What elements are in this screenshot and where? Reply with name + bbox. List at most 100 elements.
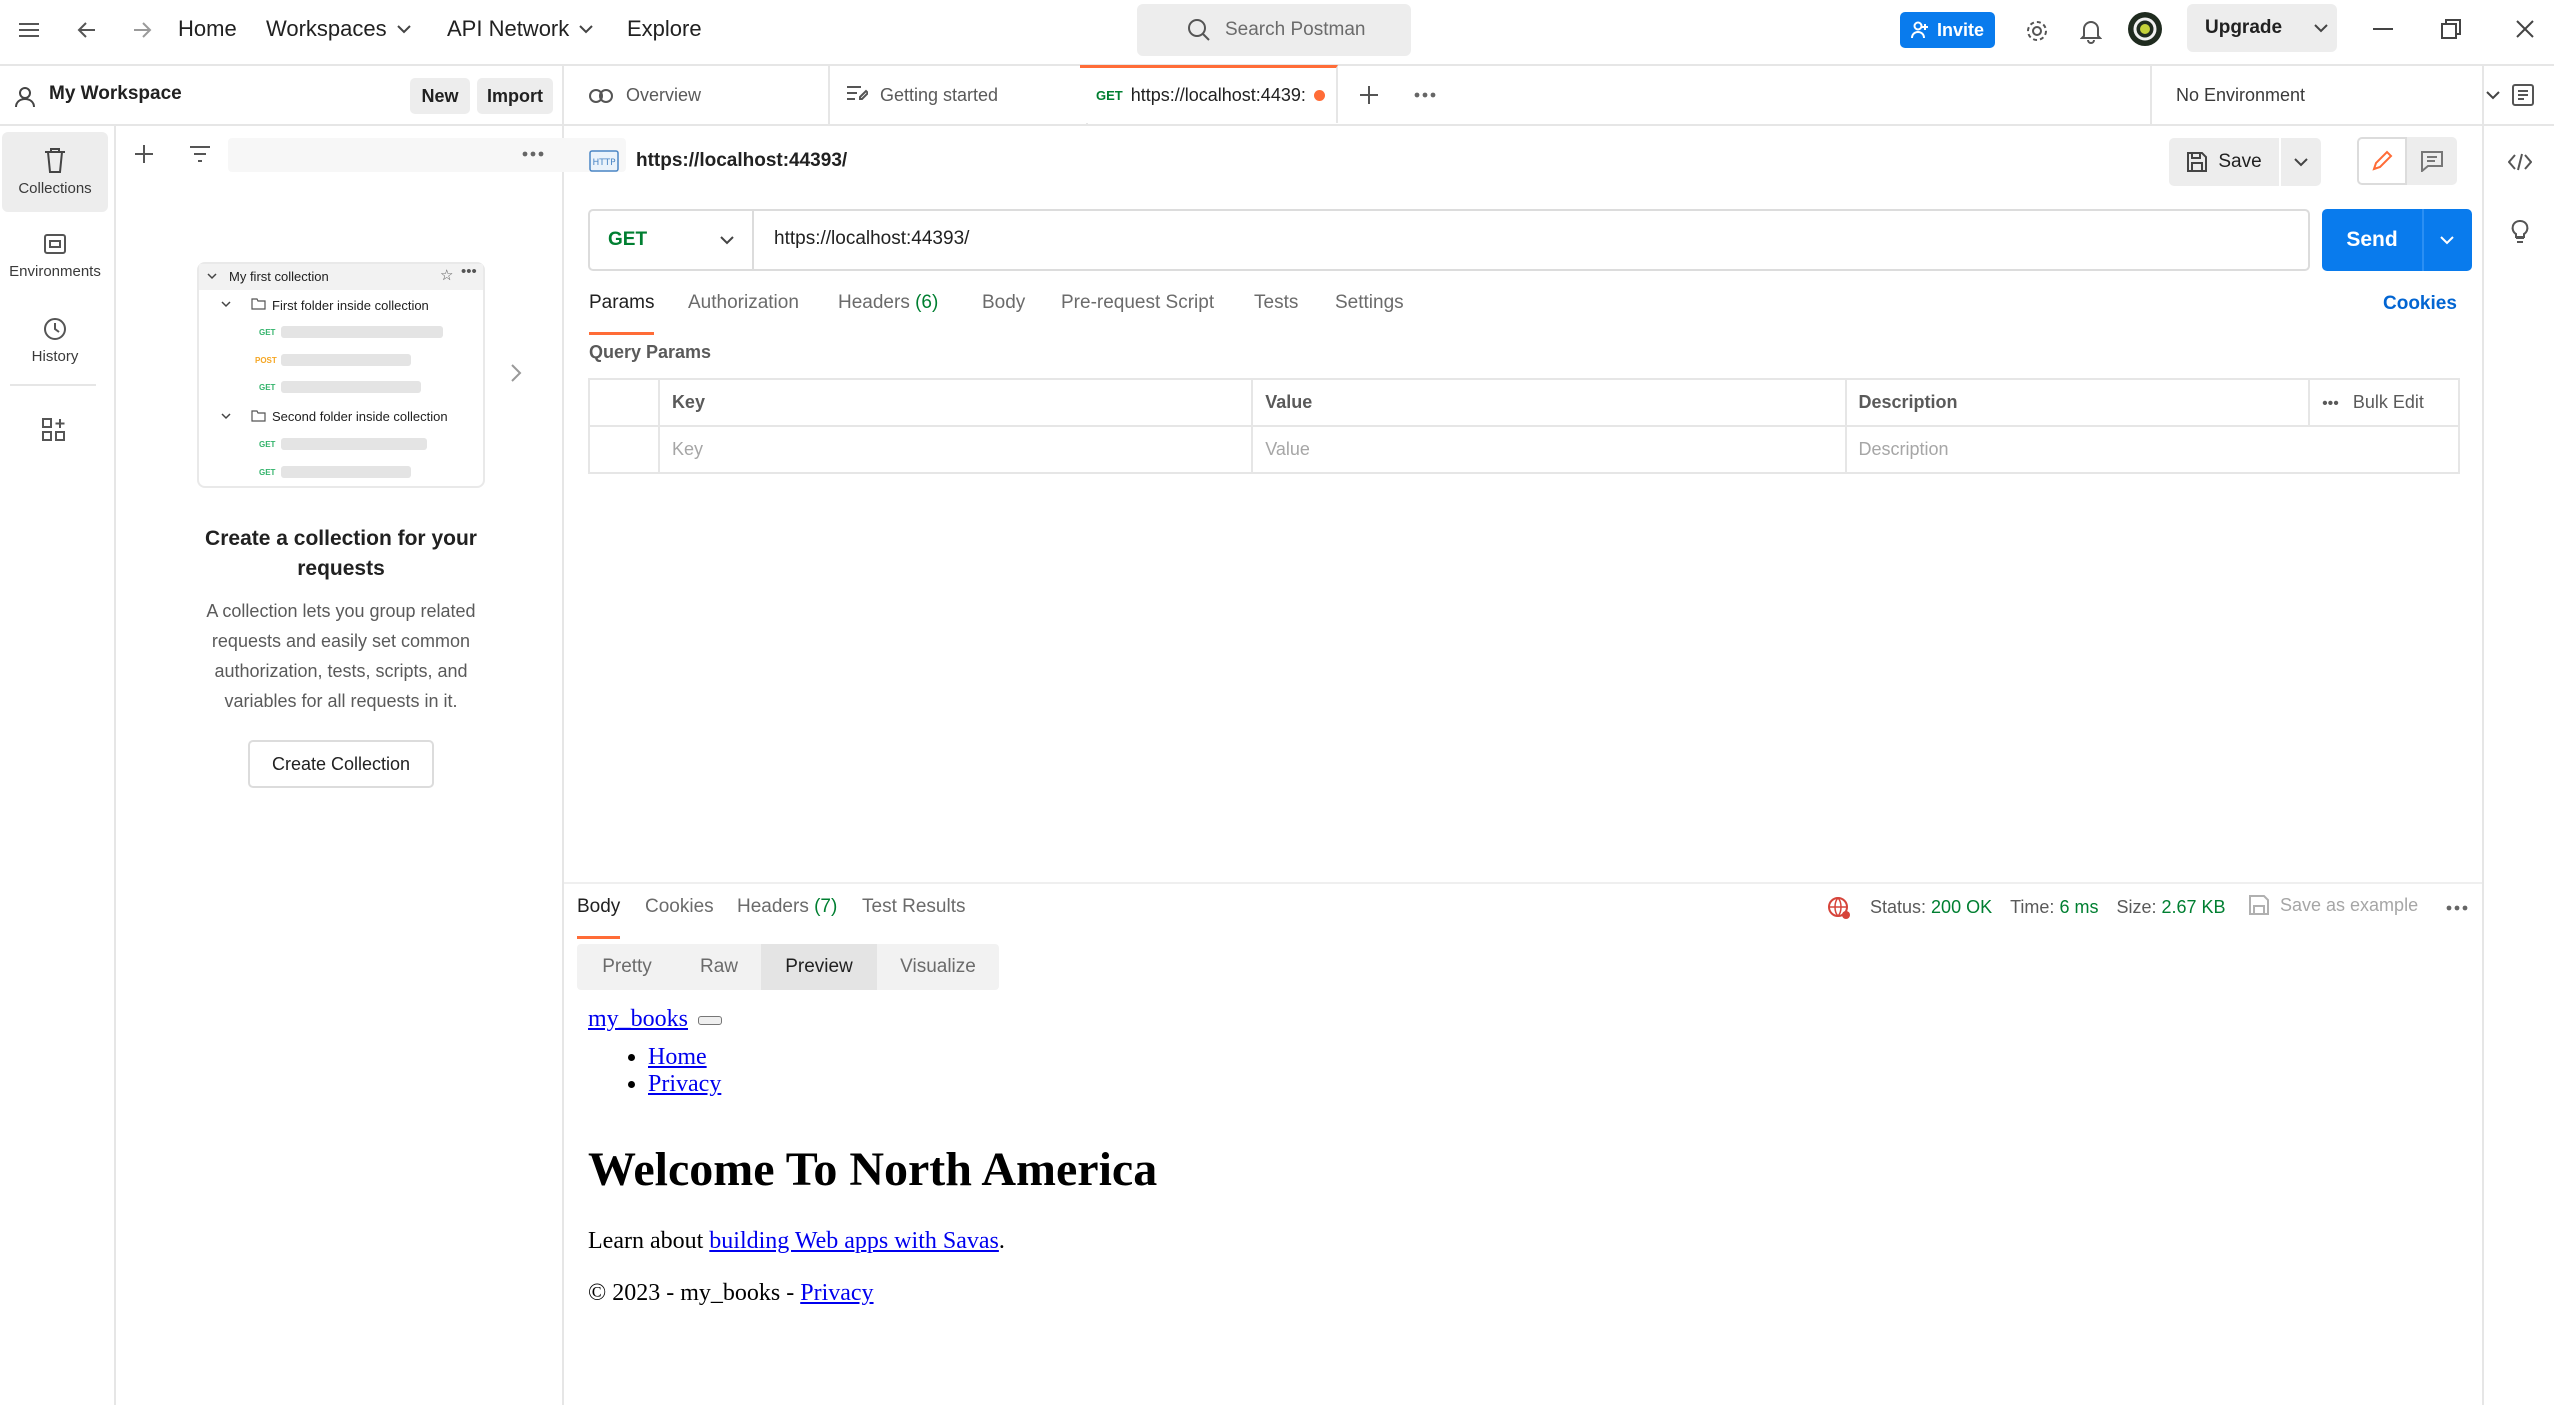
create-collection-button[interactable]: Create Collection — [248, 740, 434, 788]
nav-api-network[interactable]: API Network — [447, 14, 593, 44]
close-window-icon[interactable] — [2510, 14, 2540, 44]
illustration-folder-2: Second folder inside collection — [272, 409, 448, 424]
environment-icon — [44, 233, 66, 254]
more-options-icon[interactable] — [518, 140, 548, 168]
headers-count-badge: (7) — [814, 896, 838, 917]
settings-gear-icon[interactable] — [2020, 14, 2054, 48]
environment-selector[interactable]: No Environment — [2152, 66, 2524, 124]
placeholder-bar — [281, 354, 411, 366]
url-bar: GET https://localhost:44393/ — [588, 209, 2310, 271]
chevron-down-icon — [579, 25, 593, 34]
placeholder-bar — [281, 381, 421, 393]
response-tab-body[interactable]: Body — [577, 896, 621, 939]
notifications-bell-icon[interactable] — [2074, 14, 2108, 48]
pane-divider[interactable] — [564, 882, 2482, 884]
view-visualize[interactable]: Visualize — [877, 944, 999, 990]
comments-icon[interactable] — [2407, 137, 2457, 185]
size-text: Size: 2.67 KB — [2116, 897, 2225, 918]
method-get: GET — [259, 440, 276, 449]
value-input[interactable]: Value — [1251, 425, 1847, 474]
placeholder-bar — [281, 438, 427, 450]
forward-arrow-icon[interactable] — [127, 16, 157, 44]
filter-icon[interactable] — [186, 140, 214, 168]
code-icon[interactable] — [2504, 146, 2536, 178]
status-label: Status: — [1870, 897, 1927, 917]
save-dropdown-button[interactable] — [2281, 138, 2321, 186]
list-item: Privacy — [648, 1071, 721, 1098]
view-pretty[interactable]: Pretty — [577, 944, 677, 990]
view-raw[interactable]: Raw — [677, 944, 761, 990]
url-input[interactable]: https://localhost:44393/ — [774, 228, 969, 250]
preview-toggle-button[interactable] — [698, 1015, 723, 1025]
unsaved-dot-icon — [1313, 90, 1325, 101]
headers-count-badge: (6) — [915, 292, 939, 313]
method-selector[interactable]: GET — [590, 211, 754, 269]
illustration-collection-name: My first collection — [229, 269, 329, 284]
more-options-icon[interactable] — [2442, 896, 2472, 920]
size-label: Size: — [2116, 897, 2157, 917]
nav-workspaces[interactable]: Workspaces — [266, 14, 411, 44]
sidebar-item-history[interactable]: History — [2, 300, 108, 380]
status-value: 200 OK — [1931, 897, 1993, 917]
workspace-name[interactable]: My Workspace — [49, 83, 182, 105]
request-title[interactable]: https://localhost:44393/ — [636, 150, 847, 172]
nav-home[interactable]: Home — [178, 14, 237, 44]
minimize-window-icon[interactable] — [2368, 14, 2398, 44]
send-button[interactable]: Send — [2322, 209, 2472, 271]
preview-learn-link[interactable]: building Web apps with Savas — [709, 1228, 999, 1254]
tab-getting-started[interactable]: Getting started — [830, 66, 1088, 124]
more-tabs-icon[interactable] — [1408, 80, 1442, 110]
avatar[interactable] — [2126, 10, 2164, 48]
tab-pre-request-script[interactable]: Pre-request Script — [1061, 292, 1214, 332]
upgrade-label: Upgrade — [2205, 17, 2283, 38]
preview-nav-home[interactable]: Home — [648, 1044, 707, 1070]
tab-settings[interactable]: Settings — [1335, 292, 1404, 332]
view-preview[interactable]: Preview — [761, 944, 877, 990]
description-input[interactable]: Description — [1844, 425, 2461, 474]
new-tab-plus-icon[interactable] — [1354, 80, 1384, 110]
response-tab-test-results[interactable]: Test Results — [862, 896, 965, 936]
tab-authorization[interactable]: Authorization — [688, 292, 799, 332]
response-tab-headers[interactable]: Headers (7) — [737, 896, 837, 936]
tab-request[interactable]: GET https://localhost:4439: — [1080, 65, 1338, 123]
back-arrow-icon[interactable] — [72, 16, 102, 44]
column-header-description: Description — [1844, 378, 2311, 427]
nav-explore[interactable]: Explore — [627, 14, 702, 44]
history-clock-icon — [44, 317, 66, 340]
invite-button[interactable]: Invite — [1900, 12, 1995, 48]
key-input[interactable]: Key — [657, 425, 1254, 474]
tab-tests[interactable]: Tests — [1254, 292, 1298, 332]
tab-headers[interactable]: Headers (6) — [838, 292, 938, 332]
network-globe-icon[interactable] — [1826, 895, 1852, 921]
environment-quick-look-icon[interactable] — [2506, 80, 2540, 110]
hamburger-menu-icon[interactable] — [14, 16, 44, 44]
save-as-example-button[interactable]: Save as example — [2248, 894, 2418, 916]
apps-grid-icon[interactable] — [38, 414, 70, 446]
edit-pencil-icon[interactable] — [2357, 137, 2407, 185]
lightbulb-icon[interactable] — [2504, 216, 2536, 248]
upgrade-button[interactable]: Upgrade — [2187, 4, 2337, 52]
bulk-edit-cell: ••• Bulk Edit — [2308, 378, 2460, 427]
collection-search-input[interactable] — [228, 138, 626, 172]
response-tab-cookies[interactable]: Cookies — [645, 896, 714, 936]
row-checkbox[interactable] — [588, 425, 660, 474]
new-button[interactable]: New — [410, 78, 470, 114]
save-button[interactable]: Save — [2169, 138, 2279, 186]
search-bar[interactable]: Search Postman — [1137, 4, 1411, 56]
preview-brand-link[interactable]: my_books — [588, 1006, 688, 1032]
preview-nav-privacy[interactable]: Privacy — [648, 1071, 721, 1097]
restore-window-icon[interactable] — [2436, 14, 2466, 44]
tab-params[interactable]: Params — [589, 292, 655, 335]
cookies-link[interactable]: Cookies — [2383, 293, 2457, 315]
more-options-icon[interactable]: ••• — [2322, 395, 2339, 412]
tab-overview[interactable]: Overview — [572, 66, 830, 124]
tab-method: GET — [1096, 88, 1123, 103]
sidebar-item-environments[interactable]: Environments — [2, 216, 108, 296]
bulk-edit-button[interactable]: Bulk Edit — [2353, 392, 2424, 412]
sidebar-item-collections[interactable]: Collections — [2, 132, 108, 212]
import-button[interactable]: Import — [477, 78, 553, 114]
preview-footer-privacy-link[interactable]: Privacy — [800, 1280, 873, 1306]
tab-body[interactable]: Body — [982, 292, 1025, 332]
add-collection-icon[interactable] — [130, 140, 158, 168]
placeholder-bar — [281, 326, 443, 338]
